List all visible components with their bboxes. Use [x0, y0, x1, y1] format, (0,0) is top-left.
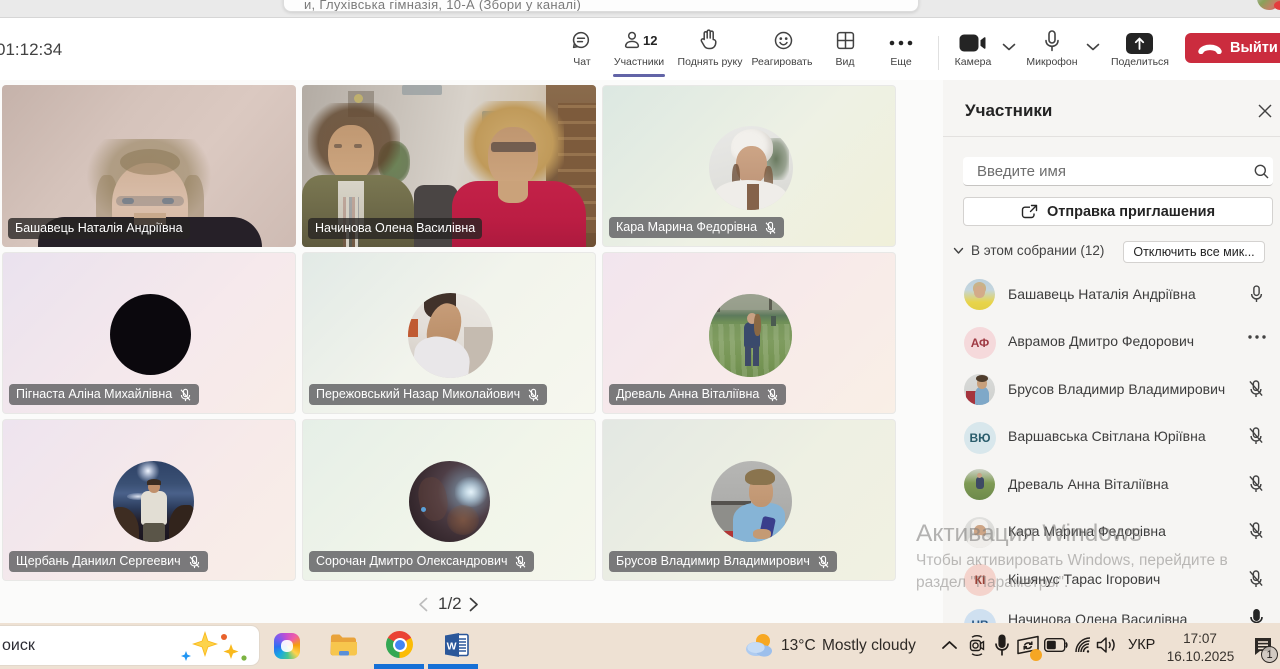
- svg-text:W: W: [447, 641, 457, 653]
